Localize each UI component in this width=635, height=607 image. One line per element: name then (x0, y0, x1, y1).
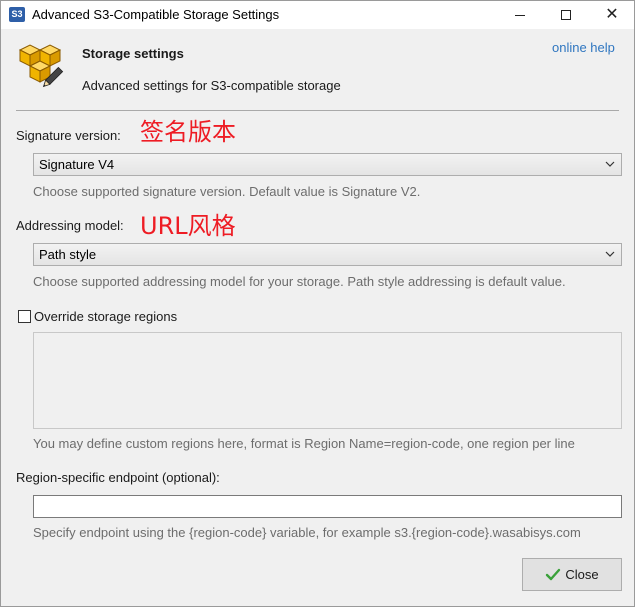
custom-regions-textarea[interactable] (33, 332, 622, 429)
endpoint-label: Region-specific endpoint (optional): (16, 470, 220, 485)
cubes-pencil-icon (18, 44, 64, 88)
addressing-model-label: Addressing model: (16, 218, 124, 233)
online-help-link[interactable]: online help (552, 40, 615, 55)
maximize-button[interactable] (543, 1, 589, 29)
window-close-button[interactable]: ✕ (589, 1, 635, 29)
close-button-label: Close (565, 567, 599, 582)
maximize-icon (561, 10, 571, 20)
title-bar: S3 Advanced S3-Compatible Storage Settin… (1, 1, 634, 29)
chevron-down-icon (605, 251, 615, 257)
close-button[interactable]: Close (522, 558, 622, 591)
settings-dialog: S3 Advanced S3-Compatible Storage Settin… (0, 0, 635, 607)
override-regions-label[interactable]: Override storage regions (34, 309, 177, 324)
addressing-annotation: URL风格 (140, 212, 236, 240)
header-divider (16, 110, 619, 111)
close-icon: ✕ (605, 6, 619, 23)
chevron-down-icon (605, 161, 615, 167)
regions-hint: You may define custom regions here, form… (33, 436, 575, 451)
addressing-model-select[interactable]: Path style (33, 243, 622, 266)
minimize-icon (515, 14, 525, 16)
window-title: Advanced S3-Compatible Storage Settings (32, 7, 280, 22)
signature-annotation: 签名版本 (140, 118, 236, 146)
signature-version-label: Signature version: (16, 128, 121, 143)
endpoint-input[interactable] (33, 495, 622, 518)
addressing-model-value: Path style (39, 247, 97, 262)
addressing-hint: Choose supported addressing model for yo… (33, 274, 566, 289)
signature-hint: Choose supported signature version. Defa… (33, 184, 421, 199)
page-title: Storage settings (82, 46, 184, 61)
signature-version-value: Signature V4 (39, 157, 115, 172)
override-regions-checkbox[interactable] (18, 310, 31, 323)
minimize-button[interactable] (497, 1, 543, 29)
s3-app-icon: S3 (9, 7, 25, 22)
checkmark-icon (546, 568, 561, 580)
signature-version-select[interactable]: Signature V4 (33, 153, 622, 176)
endpoint-hint: Specify endpoint using the {region-code}… (33, 525, 581, 540)
page-subtitle: Advanced settings for S3-compatible stor… (82, 78, 341, 93)
